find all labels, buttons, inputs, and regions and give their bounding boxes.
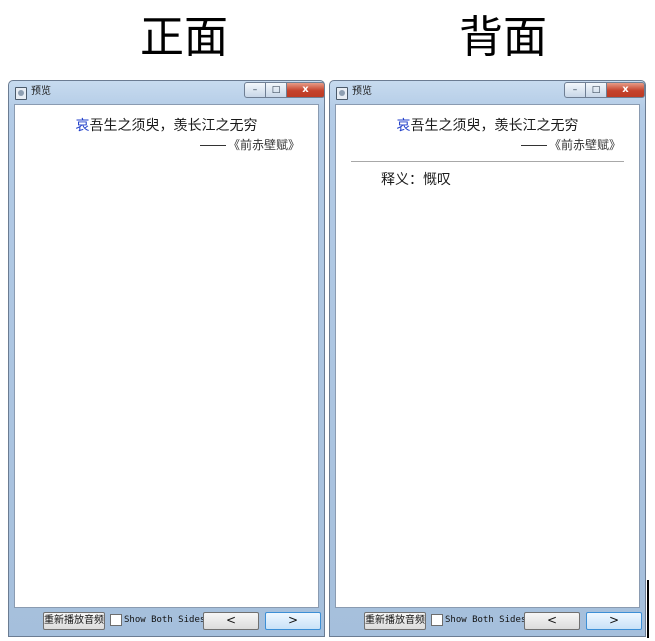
back-heading: 背面 [459, 12, 547, 63]
edge-mark [647, 580, 649, 638]
source-title: 《前赤壁赋》 [227, 138, 300, 152]
preview-footer: 重新播放音频 Show Both Sides < > [14, 609, 321, 633]
answer-divider [351, 161, 624, 162]
card-source: 《前赤壁赋》 [520, 137, 621, 153]
show-both-sides-label[interactable]: Show Both Sides [124, 613, 205, 627]
card-source: 《前赤壁赋》 [199, 137, 300, 153]
close-icon: x [622, 84, 629, 95]
preview-window-front: 预览 – □ x 哀吾生之须臾，羡长江之无穷 《前赤壁赋》 重新播放音频 Sho… [8, 80, 325, 637]
close-button[interactable]: x [287, 82, 325, 98]
card-preview-area: 哀吾生之须臾，羡长江之无穷 《前赤壁赋》 释义：慨叹 [335, 104, 640, 608]
previous-card-button[interactable]: < [524, 612, 580, 630]
minimize-button[interactable]: – [564, 82, 586, 98]
maximize-icon: □ [271, 85, 281, 95]
replay-audio-button[interactable]: 重新播放音频 [43, 612, 105, 630]
next-card-button[interactable]: > [586, 612, 642, 630]
titlebar[interactable]: 预览 – □ x [9, 81, 325, 103]
maximize-button[interactable]: □ [586, 82, 607, 98]
minimize-icon: – [252, 85, 258, 95]
previous-card-button[interactable]: < [203, 612, 259, 630]
preview-footer: 重新播放音频 Show Both Sides < > [335, 609, 642, 633]
app-icon [15, 87, 27, 100]
source-title: 《前赤壁赋》 [548, 138, 621, 152]
next-card-button[interactable]: > [265, 612, 321, 630]
highlighted-word: 哀 [75, 118, 90, 134]
source-dash [199, 145, 226, 146]
minimize-icon: – [572, 85, 578, 95]
question-text: 吾生之须臾，羡长江之无穷 [89, 118, 258, 134]
app-icon [336, 87, 348, 100]
question-text: 吾生之须臾，羡长江之无穷 [410, 118, 579, 134]
card-answer: 释义：慨叹 [381, 172, 451, 188]
preview-window-back: 预览 – □ x 哀吾生之须臾，羡长江之无穷 《前赤壁赋》 释义：慨叹 重新播放… [329, 80, 646, 637]
close-button[interactable]: x [607, 82, 645, 98]
card-preview-area: 哀吾生之须臾，羡长江之无穷 《前赤壁赋》 [14, 104, 319, 608]
show-both-sides-checkbox[interactable] [110, 614, 122, 626]
minimize-button[interactable]: – [244, 82, 266, 98]
highlighted-word: 哀 [396, 118, 411, 134]
front-heading: 正面 [140, 12, 228, 63]
card-question: 哀吾生之须臾，羡长江之无穷 [15, 117, 318, 136]
titlebar[interactable]: 预览 – □ x [330, 81, 645, 103]
window-title: 预览 [352, 86, 372, 97]
window-title: 预览 [31, 86, 51, 97]
show-both-sides-checkbox[interactable] [431, 614, 443, 626]
replay-audio-button[interactable]: 重新播放音频 [364, 612, 426, 630]
source-dash [520, 145, 547, 146]
show-both-sides-label[interactable]: Show Both Sides [445, 613, 526, 627]
maximize-button[interactable]: □ [266, 82, 287, 98]
maximize-icon: □ [591, 85, 601, 95]
card-question: 哀吾生之须臾，羡长江之无穷 [336, 117, 639, 136]
close-icon: x [302, 84, 309, 95]
